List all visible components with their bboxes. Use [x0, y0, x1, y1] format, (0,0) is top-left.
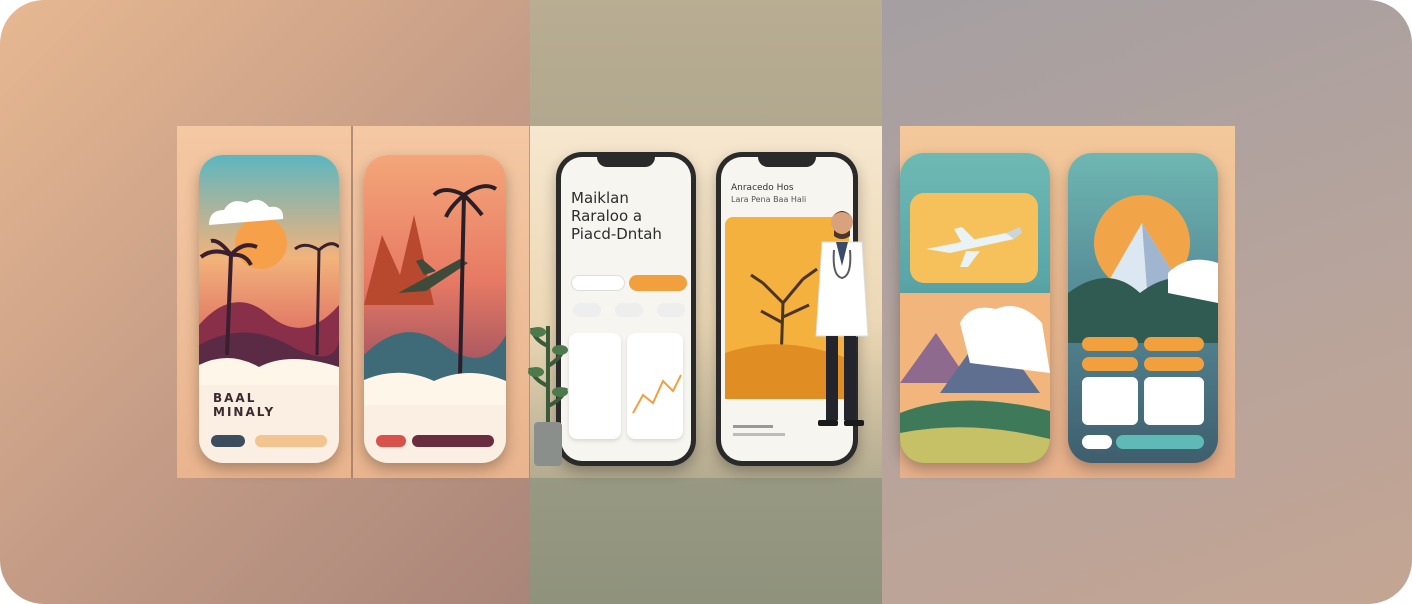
info-line-1 — [733, 425, 773, 428]
search-flights-button[interactable] — [1116, 435, 1204, 449]
origin-chip[interactable] — [1082, 337, 1138, 351]
phone-mockup-6 — [1068, 153, 1218, 463]
mountain-landscape — [900, 293, 1050, 463]
poster-divider — [351, 126, 353, 478]
depart-chip[interactable] — [1082, 357, 1138, 371]
app-headline-line2: Raraloo a — [571, 207, 643, 225]
search-field[interactable] — [571, 275, 625, 291]
travel-title-line2: MINALY — [213, 405, 276, 419]
plant-icon — [528, 326, 568, 466]
phone-3-screen: Maiklan Raraloo a Piacd-Dntah — [561, 157, 691, 461]
app-headline-line3: Piacd-Dntah — [571, 225, 662, 243]
phone-mockup-3: Maiklan Raraloo a Piacd-Dntah — [556, 152, 696, 466]
screen-header-line2: Lara Pena Baa Hali — [731, 195, 807, 204]
book-appointment-button[interactable] — [629, 275, 687, 291]
sun-mountain-illustration — [1068, 195, 1218, 343]
showcase-frame: BAAL MINALY Maiklan Raraloo a Piacd-Dnta… — [0, 0, 1412, 604]
filter-chip-2[interactable] — [615, 303, 643, 317]
stat-card-left[interactable] — [569, 333, 621, 439]
filter-chip-3[interactable] — [657, 303, 685, 317]
start-button[interactable] — [376, 435, 406, 447]
tropical-sunset-illustration — [199, 155, 339, 385]
airplane-icon — [926, 227, 1022, 267]
phone-notch — [597, 155, 655, 167]
info-line-2 — [733, 433, 785, 436]
filter-chip-1[interactable] — [573, 303, 601, 317]
phone-mockup-1: BAAL MINALY — [199, 155, 339, 463]
continue-button[interactable] — [412, 435, 494, 447]
return-chip[interactable] — [1144, 357, 1204, 371]
chart-sparkline — [632, 374, 682, 414]
book-button[interactable] — [255, 435, 327, 447]
doctor-figure — [815, 211, 869, 426]
screen-header-line1: Anracedo Hos — [731, 183, 794, 193]
palm-flight-illustration — [364, 155, 506, 405]
date-card-return[interactable] — [1144, 377, 1204, 425]
travel-title-line1: BAAL — [213, 391, 257, 405]
cancel-button[interactable] — [1082, 435, 1112, 449]
phone-mockup-5 — [900, 153, 1050, 463]
destination-chip[interactable] — [1144, 337, 1204, 351]
explore-button[interactable] — [211, 435, 245, 447]
phone-notch — [758, 155, 816, 167]
date-card-departure[interactable] — [1082, 377, 1138, 425]
phone-mockup-2 — [364, 155, 506, 463]
app-headline-line1: Maiklan — [571, 189, 629, 207]
